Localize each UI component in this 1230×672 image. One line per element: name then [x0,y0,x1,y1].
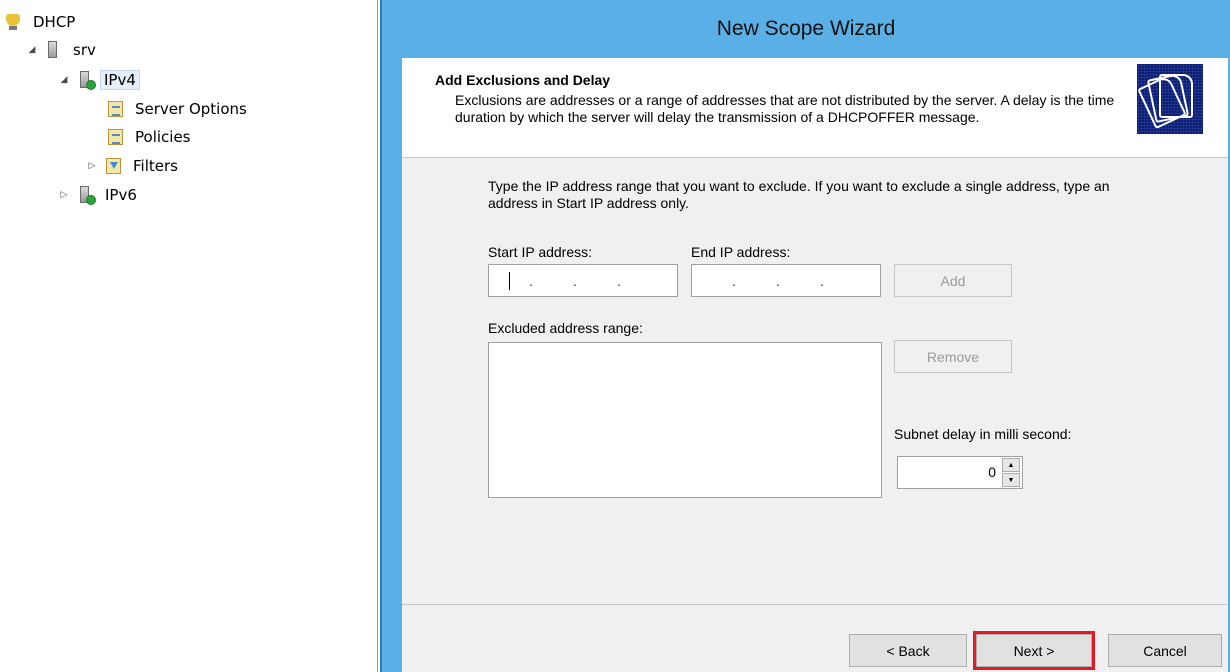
ip-separator: . [732,272,736,289]
tree-label-dhcp: DHCP [33,13,76,31]
tree-node-ipv6[interactable]: ▷ IPv6 [56,183,142,207]
tree-node-srv[interactable]: ◢ srv [24,38,101,62]
step-title: Add Exclusions and Delay [435,72,611,88]
excluded-range-label: Excluded address range: [488,320,643,336]
tree-node-server-options[interactable]: Server Options [106,97,252,121]
back-button[interactable]: < Back [849,634,967,667]
ip-separator: . [820,272,824,289]
tree-label-ipv6: IPv6 [105,186,137,204]
tree-label-policies: Policies [135,128,191,146]
policies-icon [106,128,124,146]
tree-node-ipv4[interactable]: ◢ IPv4 [56,68,140,92]
tree-node-policies[interactable]: Policies [106,125,195,149]
expand-arrow-icon[interactable]: ▷ [56,187,72,203]
filters-icon [104,157,122,175]
cancel-button[interactable]: Cancel [1108,634,1222,667]
subnet-delay-spinner[interactable]: 0 ▲ ▼ [897,456,1023,489]
footer-divider [402,604,1228,605]
subnet-delay-value[interactable]: 0 [988,464,996,480]
next-button[interactable]: Next > [973,631,1095,670]
start-ip-label: Start IP address: [488,244,593,260]
tree-label-srv: srv [73,41,96,59]
add-button[interactable]: Add [894,264,1012,297]
instructions-text: Type the IP address range that you want … [488,178,1110,211]
console-tree: DHCP ◢ srv ◢ IPv4 Server Options Policie… [0,0,378,672]
wizard-body: Add Exclusions and Delay Exclusions are … [402,58,1228,672]
ip-separator: . [776,272,780,289]
tree-node-filters[interactable]: ▷ Filters [84,154,183,178]
tree-label-filters: Filters [133,157,178,175]
ipv6-server-icon [76,186,96,205]
spin-up-icon[interactable]: ▲ [1002,458,1020,472]
ipv4-server-icon [76,71,96,90]
wizard-title: New Scope Wizard [716,17,896,40]
step-description: Exclusions are addresses or a range of a… [455,92,1115,125]
subnet-delay-label: Subnet delay in milli second: [894,426,1072,442]
dhcp-trophy-icon [4,13,22,31]
ip-separator: . [617,272,621,289]
excluded-address-list[interactable] [488,342,882,498]
ip-separator: . [573,272,577,289]
end-ip-input[interactable]: . . . [691,264,881,297]
collapse-arrow-icon[interactable]: ◢ [56,72,72,88]
text-caret [509,272,510,290]
wizard-folders-icon [1137,64,1203,134]
server-options-icon [106,100,124,118]
ip-separator: . [529,272,533,289]
tree-label-ipv4: IPv4 [100,70,140,90]
spin-down-icon[interactable]: ▼ [1002,473,1020,487]
wizard-header: Add Exclusions and Delay Exclusions are … [402,58,1228,158]
collapse-arrow-icon[interactable]: ◢ [24,42,40,58]
tree-node-dhcp[interactable]: DHCP [4,10,80,34]
expand-arrow-icon[interactable]: ▷ [84,158,100,174]
new-scope-wizard-window: New Scope Wizard Add Exclusions and Dela… [380,0,1230,672]
tree-label-server-options: Server Options [135,100,247,118]
remove-button[interactable]: Remove [894,340,1012,373]
server-icon [44,41,62,59]
end-ip-label: End IP address: [691,244,791,260]
start-ip-input[interactable]: . . . [488,264,678,297]
